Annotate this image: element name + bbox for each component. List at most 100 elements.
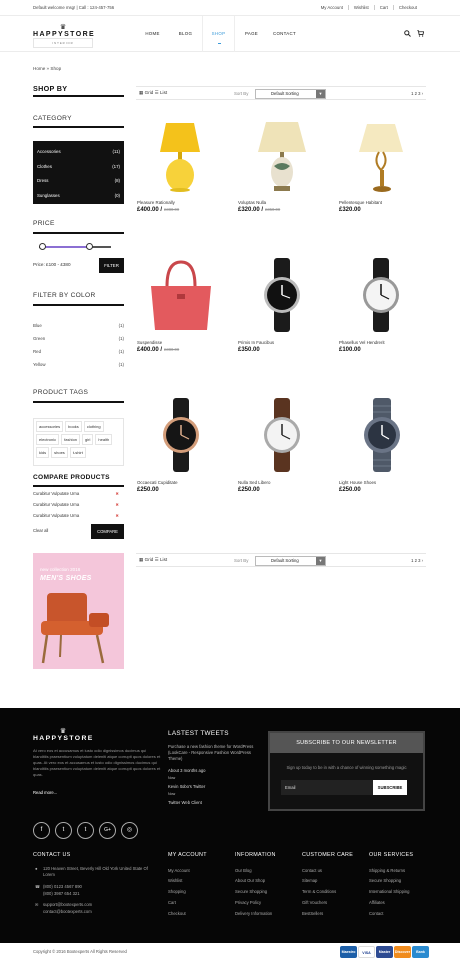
checkout-link[interactable]: Checkout (392, 5, 422, 10)
footer-link[interactable]: Contact (369, 911, 383, 916)
sort-select[interactable]: Default Sorting ▼ (255, 556, 326, 566)
footer-link[interactable]: Shipping & Returns (369, 868, 405, 873)
product-card[interactable]: Occaecati Cupiditate £250.00 (137, 390, 229, 493)
nav-page[interactable]: PAGE (235, 16, 268, 52)
product-card[interactable]: Suspendisse £400.00 /£380.00 (137, 250, 229, 353)
google-plus-icon[interactable]: G+ (99, 822, 116, 839)
site-logo[interactable]: ♛ HAPPYSTORE INTERIOR (33, 24, 94, 48)
nav-blog[interactable]: BLOG (169, 16, 202, 52)
price-slider-min-handle[interactable] (39, 243, 46, 250)
compare-item[interactable]: Curabitur Vulputate Urna ✖ (33, 502, 119, 507)
tag-link[interactable]: accessories (36, 421, 64, 432)
footer-logo[interactable]: ♛ HAPPYSTORE (33, 728, 93, 742)
product-image-brass-lamp[interactable] (339, 110, 431, 200)
product-image-black-watch[interactable] (238, 250, 330, 340)
email-text[interactable]: support@bootexperts.com (43, 902, 92, 907)
remove-icon[interactable]: ✖ (115, 491, 119, 496)
footer-link[interactable]: My Account (168, 868, 190, 873)
grid-view-link[interactable]: Grid (145, 557, 154, 562)
nav-shop[interactable]: SHOP (202, 16, 235, 52)
tag-link[interactable]: health (95, 434, 113, 445)
tweet-link[interactable]: Twitter Web Client (168, 800, 263, 806)
product-card[interactable]: Pellentesque Habitant £320.00 (339, 110, 431, 213)
footer-link[interactable]: Shopping (168, 889, 186, 894)
category-item[interactable]: Sunglasses (0) (36, 189, 121, 204)
footer-link[interactable]: Secure Shopping (235, 889, 267, 894)
product-image-table-lamp[interactable] (238, 110, 330, 200)
pagination[interactable]: 1 2 3 › (411, 91, 423, 96)
product-name[interactable]: Suspendisse (137, 340, 229, 345)
remove-icon[interactable]: ✖ (115, 513, 119, 518)
color-item-red[interactable]: Red (1) (33, 349, 124, 354)
color-item-yellow[interactable]: Yellow (1) (33, 362, 124, 367)
tag-link[interactable]: shoes (51, 447, 68, 458)
subscribe-button[interactable]: SUBSCRIBE (373, 780, 407, 795)
footer-link[interactable]: Term & Conditions (302, 889, 336, 894)
breadcrumb-home[interactable]: Home (33, 66, 45, 71)
filter-button[interactable]: FILTER (99, 258, 124, 273)
footer-link[interactable]: Contact us (302, 868, 322, 873)
grid-view-link[interactable]: Grid (145, 90, 154, 95)
list-view-link[interactable]: List (160, 557, 167, 562)
remove-icon[interactable]: ✖ (115, 502, 119, 507)
footer-link[interactable]: International Shipping (369, 889, 410, 894)
compare-item[interactable]: Curabitur Vulputate Urna ✖ (33, 491, 119, 496)
twitter-icon[interactable]: t (55, 822, 72, 839)
clear-all-link[interactable]: Clear all (33, 528, 48, 533)
compare-item[interactable]: Curabitur Vulputate Urna ✖ (33, 513, 119, 518)
product-name[interactable]: Nulla Sed Libero (238, 480, 330, 485)
read-more-link[interactable]: Read more... (33, 790, 57, 795)
product-name[interactable]: Voluptas Nulla (238, 200, 330, 205)
compare-button[interactable]: COMPARE (91, 524, 124, 539)
footer-link[interactable]: Affiliates (369, 900, 385, 905)
tweet-time[interactable]: About 3 months ago (168, 768, 263, 774)
dribbble-icon[interactable]: ◎ (121, 822, 138, 839)
list-icon[interactable]: ☰ (155, 557, 159, 562)
product-name[interactable]: Phasellus Vel Hendrerit (339, 340, 431, 345)
product-name[interactable]: Light House Shoes (339, 480, 431, 485)
cart-link[interactable]: Cart (373, 5, 393, 10)
search-icon[interactable] (404, 30, 411, 39)
facebook-icon[interactable]: f (33, 822, 50, 839)
sort-select[interactable]: Default Sorting ▼ (255, 89, 326, 99)
wishlist-link[interactable]: Wishlist (347, 5, 374, 10)
list-view-link[interactable]: List (160, 90, 167, 95)
footer-link[interactable]: BestSellers (302, 911, 323, 916)
tag-link[interactable]: books (65, 421, 82, 432)
product-card[interactable]: Light House Shoes £250.00 (339, 390, 431, 493)
contact-email-2[interactable]: contact@bootexperts.com (33, 909, 92, 915)
tumblr-icon[interactable]: t (77, 822, 94, 839)
footer-link[interactable]: Wishlist (168, 878, 182, 883)
footer-link[interactable]: Privacy Policy (235, 900, 261, 905)
color-item-green[interactable]: Green (1) (33, 336, 124, 341)
product-image-yellow-lamp[interactable] (137, 110, 229, 200)
footer-link[interactable]: Cart (168, 900, 176, 905)
category-item[interactable]: Accessories (11) (36, 145, 121, 160)
grid-icon[interactable]: ▦ (139, 90, 143, 95)
footer-link[interactable]: Delivery Information (235, 911, 272, 916)
product-name[interactable]: Occaecati Cupiditate (137, 480, 229, 485)
grid-icon[interactable]: ▦ (139, 557, 143, 562)
list-icon[interactable]: ☰ (155, 90, 159, 95)
footer-link[interactable]: About Our Shop (235, 878, 265, 883)
newsletter-email-input[interactable]: Email (281, 780, 381, 795)
tag-link[interactable]: clothing (83, 421, 104, 432)
pagination[interactable]: 1 2 3 › (411, 558, 423, 563)
tweet-link[interactable]: Kevin Itobo's Twitter (168, 784, 263, 790)
product-card[interactable]: Primis In Faucibus £350.00 (238, 250, 330, 353)
product-image-red-handbag[interactable] (137, 250, 229, 340)
product-name[interactable]: Pleasure Rationally (137, 200, 229, 205)
footer-link[interactable]: Checkout (168, 911, 186, 916)
product-image-brown-watch[interactable] (238, 390, 330, 480)
category-item[interactable]: Dress (8) (36, 174, 121, 189)
tag-link[interactable]: fashion (61, 434, 81, 445)
footer-link[interactable]: Gift Vouchers (302, 900, 327, 905)
tag-link[interactable]: electronic (36, 434, 60, 445)
tag-link[interactable]: kids (36, 447, 50, 458)
footer-link[interactable]: Our Blog (235, 868, 252, 873)
product-card[interactable]: Phasellus Vel Hendrerit £100.00 (339, 250, 431, 353)
color-item-blue[interactable]: Blue (1) (33, 323, 124, 328)
product-image-white-watch[interactable] (339, 250, 431, 340)
category-item[interactable]: Clothes (17) (36, 160, 121, 175)
footer-link[interactable]: Sitemap (302, 878, 317, 883)
